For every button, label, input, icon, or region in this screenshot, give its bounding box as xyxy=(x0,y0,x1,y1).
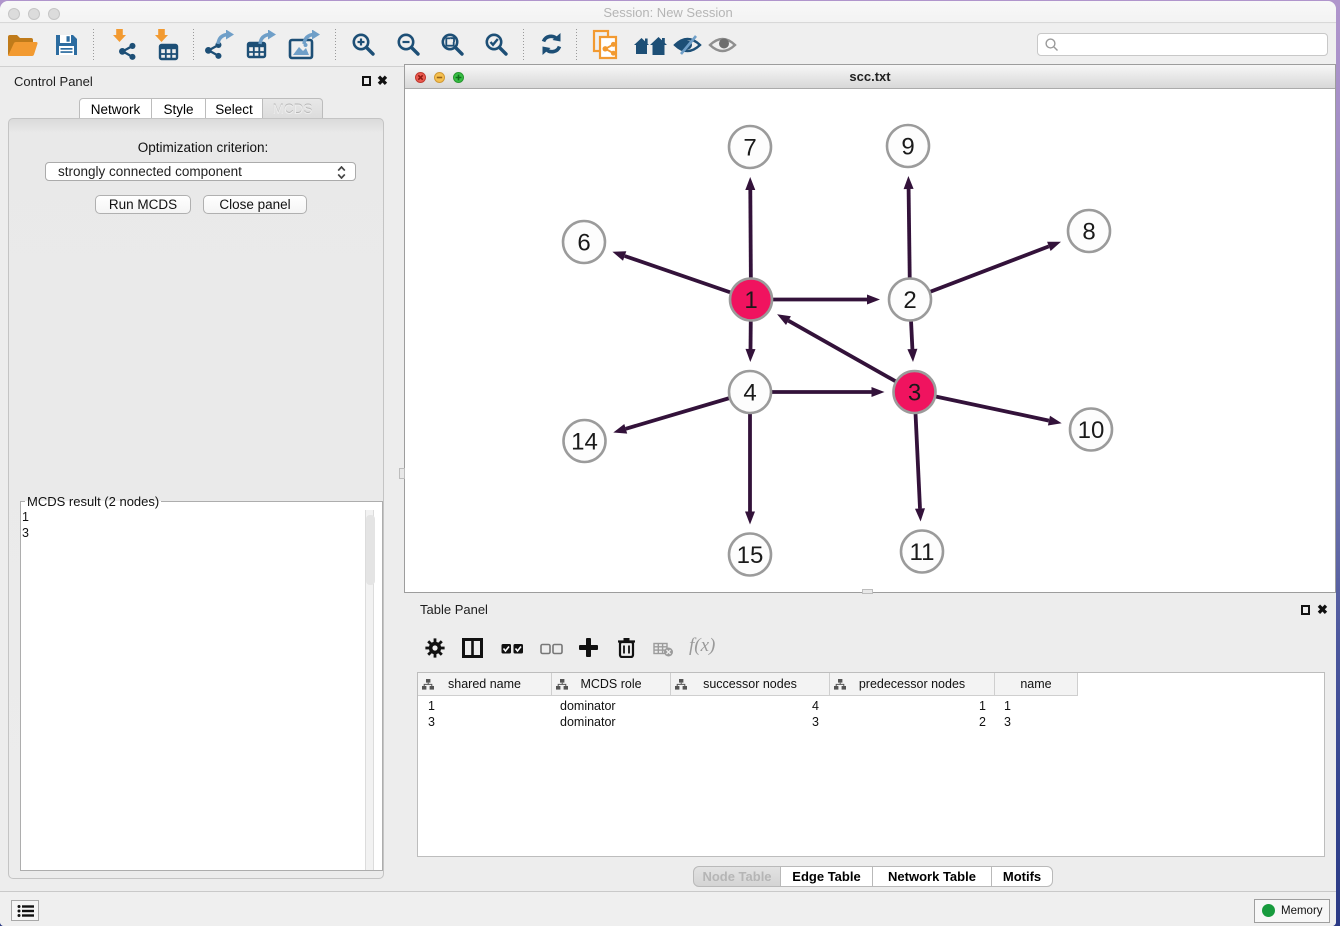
svg-text:11: 11 xyxy=(910,539,935,566)
svg-text:9: 9 xyxy=(901,134,914,161)
svg-text:4: 4 xyxy=(743,380,756,407)
svg-text:3: 3 xyxy=(908,380,921,407)
svg-text:2: 2 xyxy=(903,287,916,314)
svg-text:1: 1 xyxy=(744,287,757,314)
svg-text:6: 6 xyxy=(577,230,590,257)
svg-text:8: 8 xyxy=(1082,219,1095,246)
svg-text:15: 15 xyxy=(737,542,764,569)
svg-text:7: 7 xyxy=(743,135,756,162)
svg-text:10: 10 xyxy=(1078,417,1105,444)
svg-text:14: 14 xyxy=(571,429,598,456)
